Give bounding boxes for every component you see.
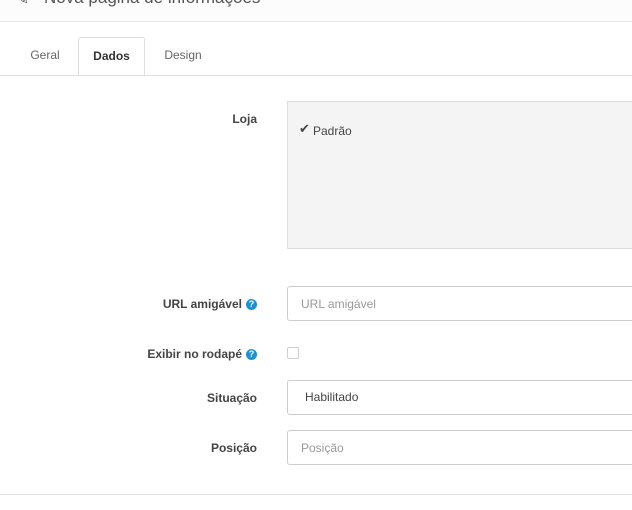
sort-order-label: Posição (211, 441, 257, 455)
status-label: Situação (207, 391, 257, 405)
tab-bar: Geral Dados Design (0, 37, 632, 76)
status-select[interactable]: Habilitado (287, 380, 632, 415)
seo-url-input[interactable] (287, 286, 632, 321)
store-label: Loja (232, 112, 257, 126)
sort-order-label-text: Posição (210, 441, 257, 455)
pencil-icon: ✎ (17, 0, 29, 8)
page-header: ✎ Nova página de informações (0, 0, 632, 22)
store-option-label[interactable]: Padrão (313, 124, 352, 138)
seo-url-label: URL amigável? (163, 297, 257, 311)
status-selected-value: Habilitado (305, 390, 359, 404)
seo-url-label-text: URL amigável (162, 297, 242, 311)
bottom-label-text: Exibir no rodapé (147, 347, 242, 361)
status-label-text: Situação (206, 391, 257, 405)
tab-dados[interactable]: Dados (78, 37, 145, 75)
page-title: Nova página de informações (44, 0, 260, 8)
tab-geral[interactable]: Geral (14, 37, 76, 74)
bottom-checkbox[interactable] (287, 347, 299, 359)
store-checkbox[interactable]: ✔ (299, 122, 313, 136)
bottom-label: Exibir no rodapé? (147, 347, 257, 361)
store-selection-well: ✔ Padrão (287, 101, 632, 249)
question-circle-icon[interactable]: ? (246, 349, 257, 360)
divider (0, 494, 632, 495)
store-label-text: Loja (232, 112, 257, 126)
question-circle-icon[interactable]: ? (246, 299, 257, 310)
tab-design[interactable]: Design (146, 37, 220, 74)
sort-order-input[interactable] (287, 430, 632, 465)
